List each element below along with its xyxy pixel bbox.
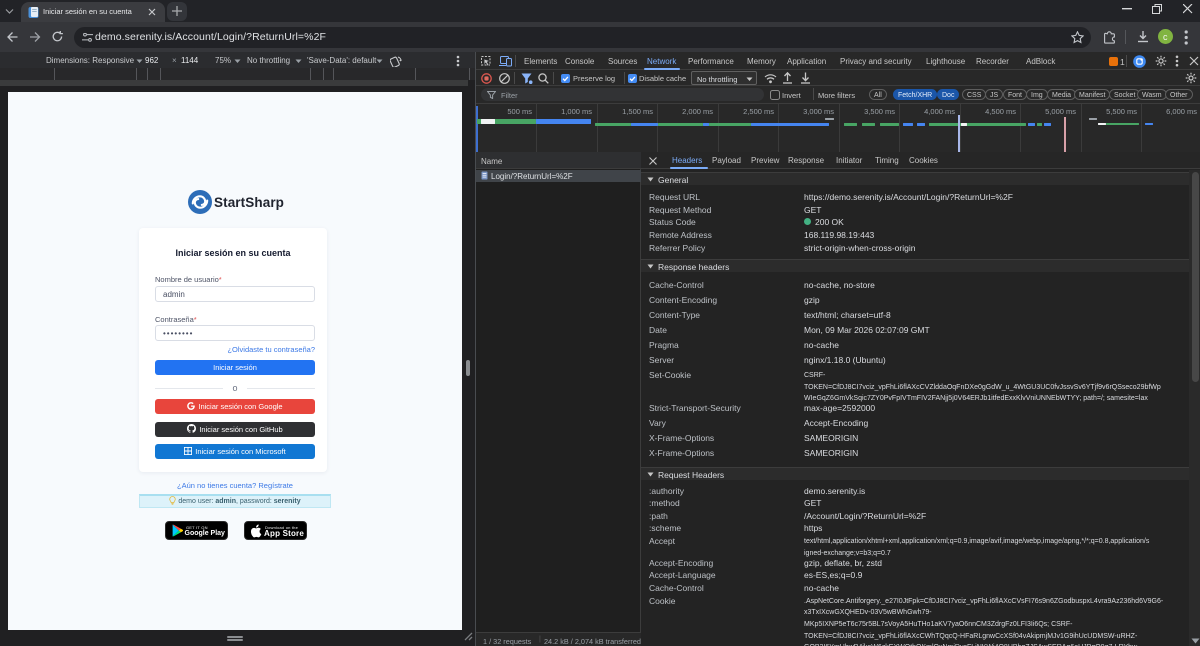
svg-text:StartSharp: StartSharp: [214, 195, 284, 210]
